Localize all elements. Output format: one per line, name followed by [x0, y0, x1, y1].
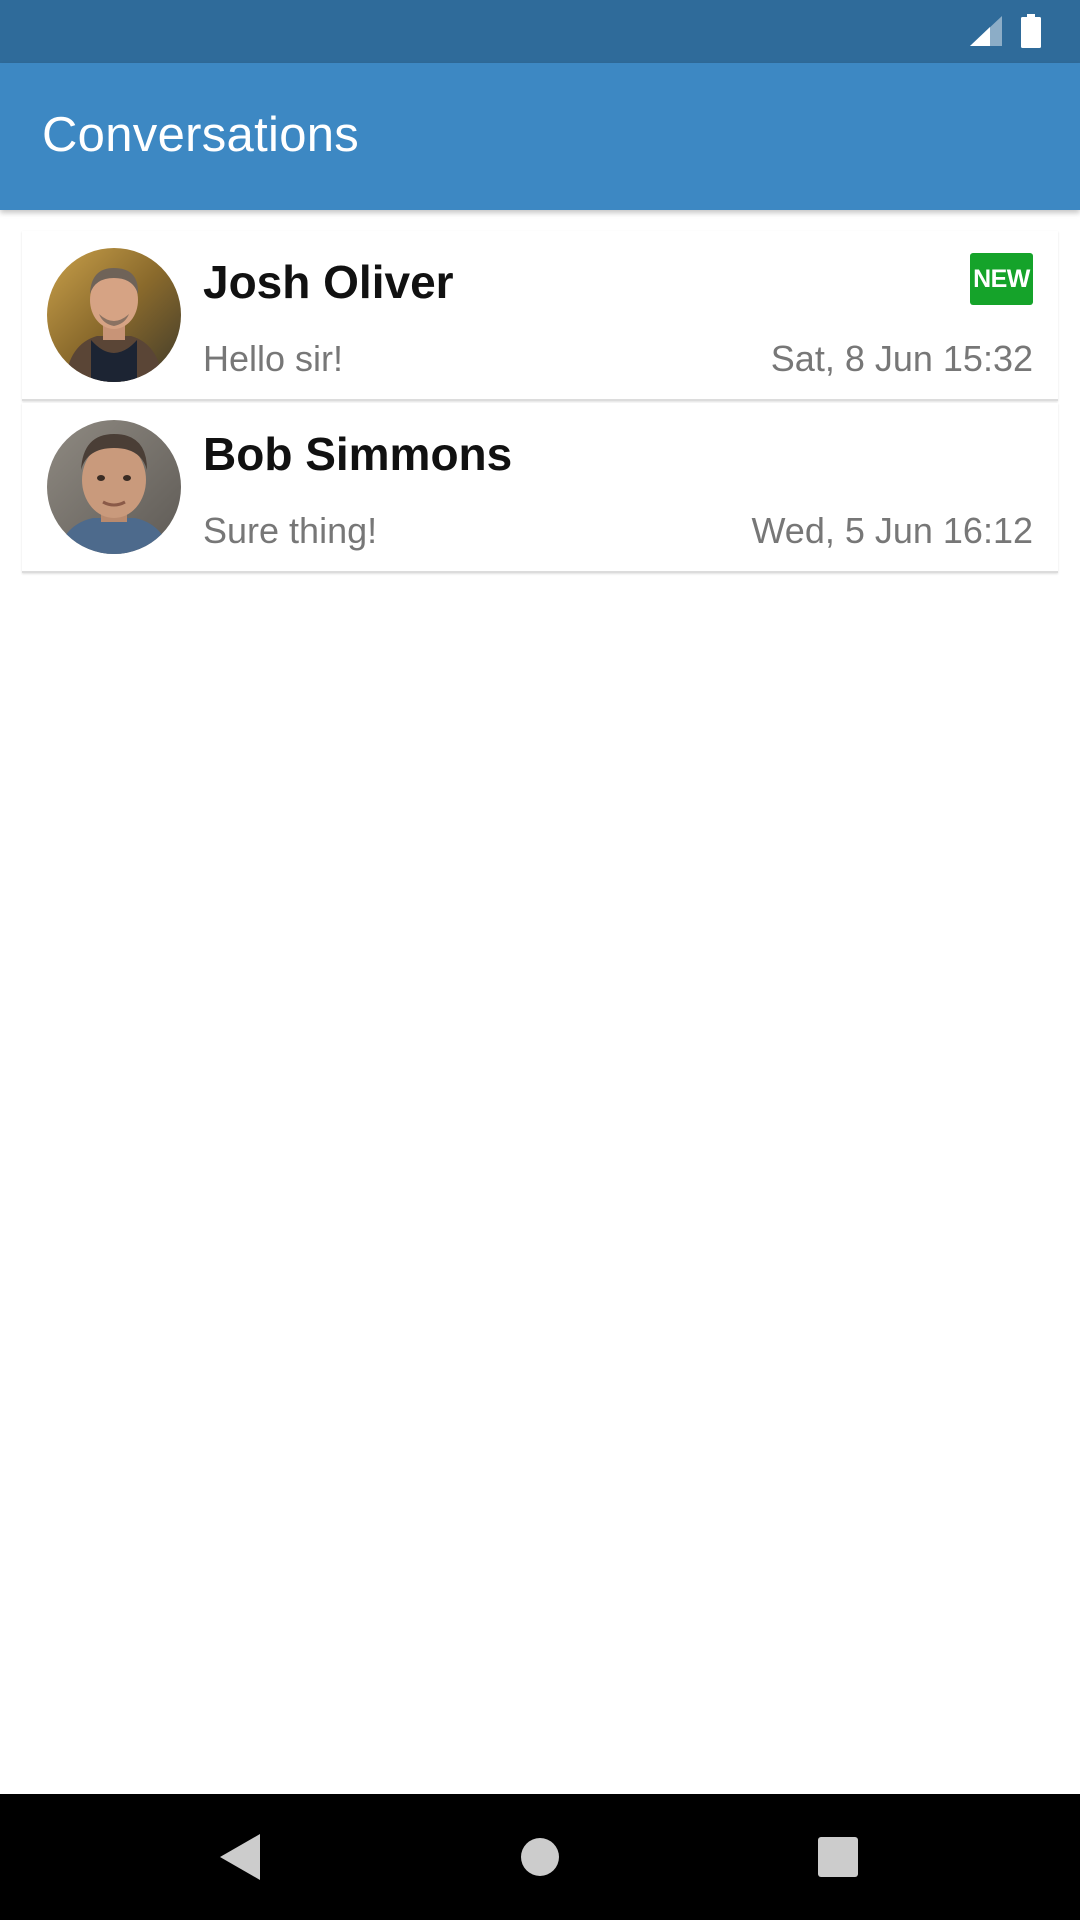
navigation-bar — [0, 1794, 1080, 1920]
avatar — [47, 420, 181, 554]
conversation-preview: Sure thing! — [203, 510, 378, 551]
app-bar: Conversations — [0, 63, 1080, 210]
conversation-time: Sat, 8 Jun 15:32 — [770, 338, 1033, 379]
conversation-item-bob-simmons[interactable]: Bob Simmons Sure thing! Wed, 5 Jun 16:12 — [22, 403, 1058, 573]
recents-icon[interactable] — [805, 1824, 871, 1890]
conversations-screen: Conversations Josh Oliver NEW Hello sir!… — [0, 0, 1080, 1920]
battery-icon — [1021, 14, 1041, 48]
conversation-name: Bob Simmons — [203, 428, 513, 480]
conversation-item-josh-oliver[interactable]: Josh Oliver NEW Hello sir! Sat, 8 Jun 15… — [22, 231, 1058, 401]
new-badge: NEW — [970, 253, 1033, 305]
home-icon[interactable] — [507, 1824, 573, 1890]
conversation-time: Wed, 5 Jun 16:12 — [751, 510, 1033, 551]
avatar — [47, 248, 181, 382]
conversation-name: Josh Oliver — [203, 256, 454, 308]
back-icon[interactable] — [208, 1824, 274, 1890]
page-title: Conversations — [42, 108, 360, 162]
conversation-preview: Hello sir! — [203, 338, 344, 379]
status-bar — [0, 0, 1080, 63]
signal-icon — [970, 16, 1002, 46]
conversation-list: Josh Oliver NEW Hello sir! Sat, 8 Jun 15… — [22, 231, 1058, 575]
